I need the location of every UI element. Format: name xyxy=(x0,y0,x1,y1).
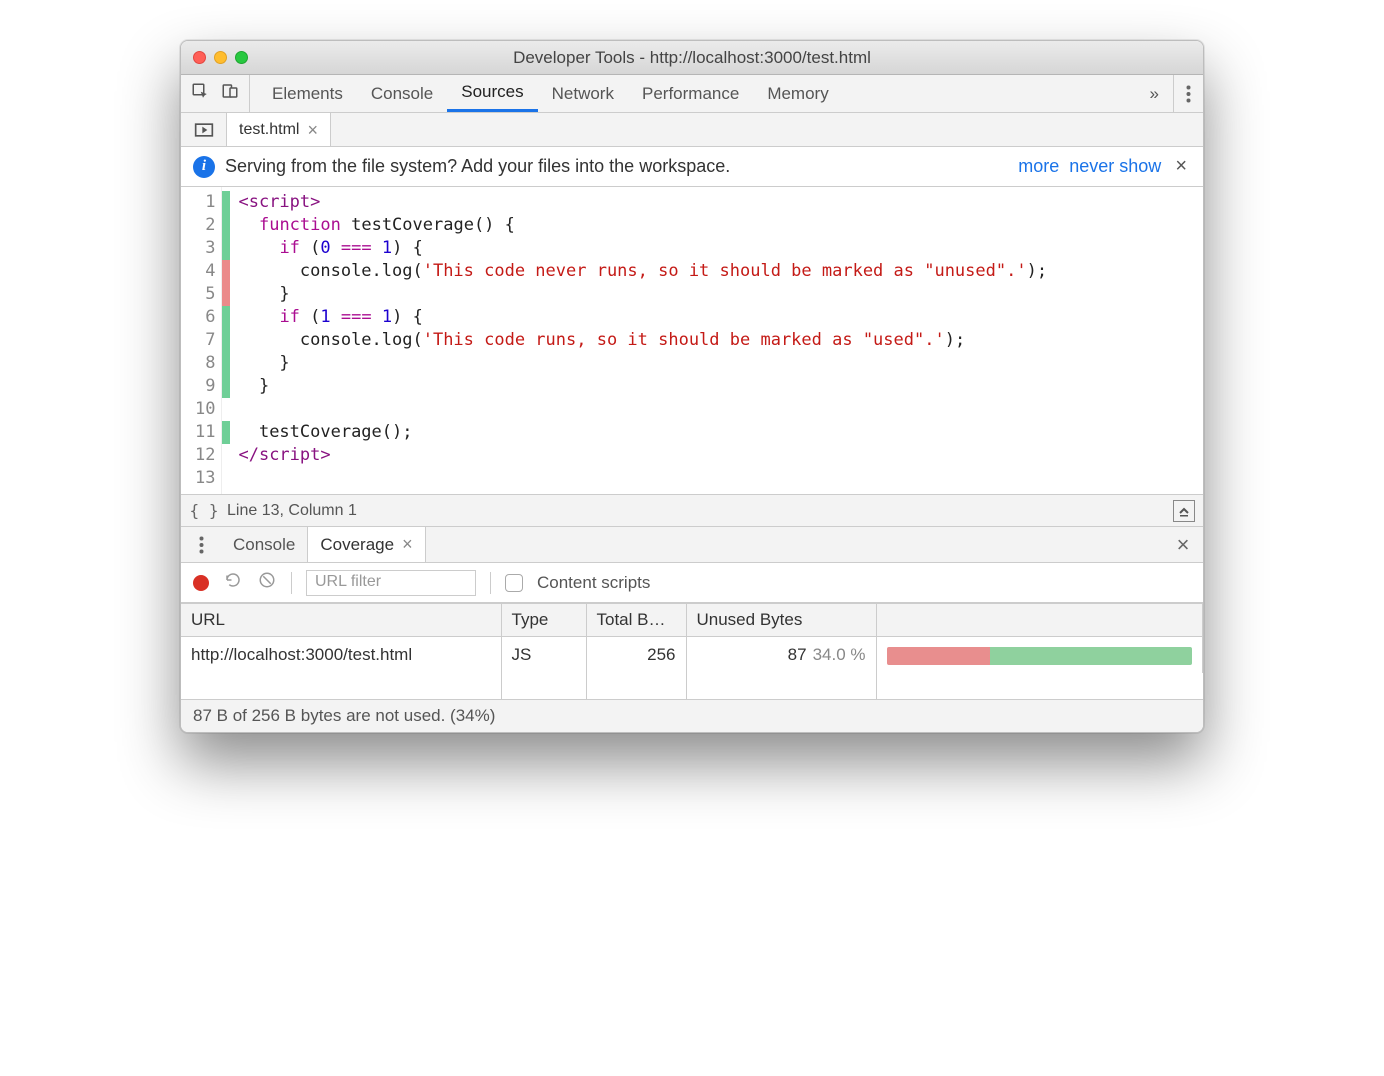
url-filter-input[interactable]: URL filter xyxy=(306,570,476,596)
drawer-tabs: ConsoleCoverage× × xyxy=(181,527,1203,563)
coverage-row[interactable]: http://localhost:3000/test.htmlJS2568734… xyxy=(181,637,1203,674)
coverage-col-header[interactable]: Type xyxy=(501,604,586,637)
coverage-col-header[interactable]: Total B… xyxy=(586,604,686,637)
panel-tab-memory[interactable]: Memory xyxy=(753,75,842,112)
coverage-col-header[interactable]: Unused Bytes xyxy=(686,604,876,637)
clear-icon[interactable] xyxy=(257,571,277,594)
content-scripts-checkbox[interactable] xyxy=(505,574,523,592)
pretty-print-icon[interactable]: { } xyxy=(181,501,227,520)
info-icon: i xyxy=(193,156,215,178)
coverage-col-header[interactable]: URL xyxy=(181,604,501,637)
maximize-window-icon[interactable] xyxy=(235,51,248,64)
coverage-toolbar: URL filter Content scripts xyxy=(181,563,1203,603)
panel-tabs: ElementsConsoleSourcesNetworkPerformance… xyxy=(250,75,1136,112)
coverage-table: URLTypeTotal B…Unused Bytes http://local… xyxy=(181,603,1203,699)
panel-tab-performance[interactable]: Performance xyxy=(628,75,753,112)
content-scripts-label: Content scripts xyxy=(537,573,650,593)
info-text: Serving from the file system? Add your f… xyxy=(225,156,730,177)
info-more-link[interactable]: more xyxy=(1018,156,1059,177)
drawer-close-icon[interactable]: × xyxy=(1163,527,1203,562)
panel-tab-network[interactable]: Network xyxy=(538,75,628,112)
device-toolbar-icon[interactable] xyxy=(221,82,239,105)
titlebar: Developer Tools - http://localhost:3000/… xyxy=(181,41,1203,75)
panel-tab-sources[interactable]: Sources xyxy=(447,75,537,112)
record-icon[interactable] xyxy=(193,575,209,591)
inspect-element-icon[interactable] xyxy=(191,82,209,105)
coverage-total: 256 xyxy=(586,637,686,674)
coverage-bar xyxy=(876,637,1203,674)
info-close-icon[interactable]: × xyxy=(1171,155,1191,178)
minimize-window-icon[interactable] xyxy=(214,51,227,64)
settings-kebab-icon[interactable] xyxy=(1173,75,1203,112)
info-never-show-link[interactable]: never show xyxy=(1069,156,1161,177)
cursor-position: Line 13, Column 1 xyxy=(227,502,357,520)
debugger-resume-icon[interactable] xyxy=(181,113,227,146)
window-title: Developer Tools - http://localhost:3000/… xyxy=(181,48,1203,68)
coverage-url: http://localhost:3000/test.html xyxy=(181,637,501,674)
line-number-gutter: 12345678910111213 xyxy=(181,187,222,494)
panel-tab-elements[interactable]: Elements xyxy=(258,75,357,112)
panel-tab-console[interactable]: Console xyxy=(357,75,447,112)
workspace-info-bar: i Serving from the file system? Add your… xyxy=(181,147,1203,187)
collapse-icon[interactable] xyxy=(1173,500,1195,522)
file-tab-label: test.html xyxy=(239,121,299,139)
drawer-tab-console[interactable]: Console xyxy=(221,527,307,562)
close-window-icon[interactable] xyxy=(193,51,206,64)
coverage-col-header[interactable] xyxy=(876,604,1203,637)
editor-status-bar: { } Line 13, Column 1 xyxy=(181,495,1203,527)
coverage-summary: 87 B of 256 B bytes are not used. (34%) xyxy=(181,699,1203,732)
window-controls xyxy=(193,51,248,64)
drawer-kebab-icon[interactable] xyxy=(181,527,221,562)
file-tab[interactable]: test.html × xyxy=(227,113,331,146)
drawer-tab-close-icon[interactable]: × xyxy=(402,534,413,555)
coverage-unused: 8734.0 % xyxy=(686,637,876,674)
file-tab-row: test.html × xyxy=(181,113,1203,147)
coverage-type: JS xyxy=(501,637,586,674)
devtools-window: Developer Tools - http://localhost:3000/… xyxy=(180,40,1204,733)
drawer-tab-coverage[interactable]: Coverage× xyxy=(307,527,425,562)
reload-icon[interactable] xyxy=(223,571,243,594)
source-editor[interactable]: 12345678910111213 <script> function test… xyxy=(181,187,1203,495)
coverage-gutter xyxy=(222,187,230,494)
main-toolbar: ElementsConsoleSourcesNetworkPerformance… xyxy=(181,75,1203,113)
coverage-table-header: URLTypeTotal B…Unused Bytes xyxy=(181,604,1203,637)
more-panels-icon[interactable]: » xyxy=(1136,84,1173,104)
file-tab-close-icon[interactable]: × xyxy=(307,121,318,139)
code-content[interactable]: <script> function testCoverage() { if (0… xyxy=(230,187,1203,494)
